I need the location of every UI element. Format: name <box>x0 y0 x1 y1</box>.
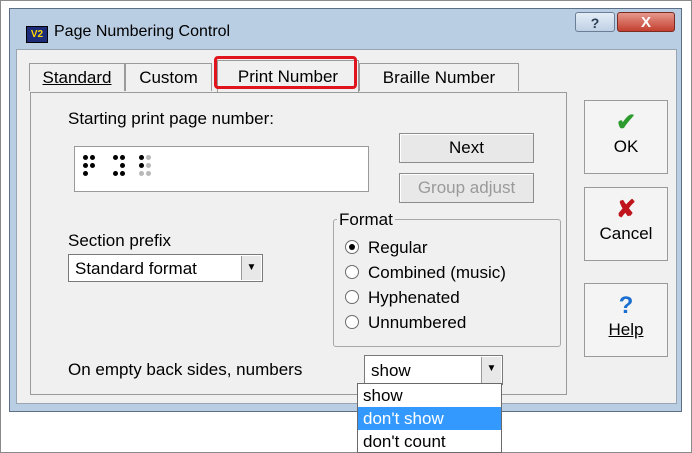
starting-print-page-label: Starting print page number: <box>68 109 275 128</box>
format-group-title: Format <box>337 210 395 230</box>
title-bar[interactable]: V2 Page Numbering Control ? X <box>10 9 681 49</box>
dialog-window: V2 Page Numbering Control ? X Standard C… <box>9 8 682 412</box>
radio-button[interactable] <box>345 265 359 279</box>
section-prefix-select[interactable]: Standard format ▼ <box>68 254 263 282</box>
help-button[interactable]: ? Help <box>584 283 668 357</box>
radio-unnumbered[interactable]: Unnumbered <box>345 313 466 333</box>
print-number-panel: Starting print page number: Next Group a… <box>30 92 567 395</box>
dropdown-option-show[interactable]: show <box>358 384 501 407</box>
tab-label: Braille Number <box>382 68 496 87</box>
radio-button[interactable] <box>345 315 359 329</box>
empty-back-sides-select[interactable]: show ▼ <box>364 355 503 385</box>
radio-label: Regular <box>368 238 428 257</box>
empty-back-sides-value: show <box>371 361 411 380</box>
chevron-down-icon[interactable]: ▼ <box>241 256 261 280</box>
radio-label: Hyphenated <box>368 288 460 307</box>
tab-custom[interactable]: Custom <box>125 63 212 91</box>
section-prefix-value: Standard format <box>75 259 197 278</box>
tab-highlight-annotation <box>214 56 357 89</box>
help-label: Help <box>608 320 644 339</box>
checkmark-icon: ✔ <box>615 109 637 136</box>
chevron-down-icon[interactable]: ▼ <box>481 357 501 383</box>
cross-icon: ✘ <box>615 196 637 223</box>
empty-back-sides-label: On empty back sides, numbers <box>68 360 303 379</box>
radio-label: Unnumbered <box>368 313 467 332</box>
ok-button[interactable]: ✔ OK <box>584 100 668 174</box>
section-prefix-label: Section prefix <box>68 231 171 250</box>
radio-hyphenated[interactable]: Hyphenated <box>345 288 460 308</box>
dropdown-option-dont-show[interactable]: don't show <box>358 407 501 430</box>
app-icon: V2 <box>26 26 48 43</box>
radio-label: Combined (music) <box>368 263 506 282</box>
cancel-label: Cancel <box>599 224 653 243</box>
tab-braille-number[interactable]: Braille Number <box>359 63 519 91</box>
radio-regular[interactable]: Regular <box>345 238 428 258</box>
cancel-button[interactable]: ✘ Cancel <box>584 187 668 261</box>
question-mark-icon: ? <box>618 292 634 319</box>
dialog-title: Page Numbering Control <box>54 23 231 40</box>
radio-button[interactable] <box>345 240 359 254</box>
group-adjust-button[interactable]: Group adjust <box>399 173 534 203</box>
radio-button[interactable] <box>345 290 359 304</box>
ok-label: OK <box>613 137 639 156</box>
title-help-button[interactable]: ? <box>575 12 615 32</box>
tab-standard[interactable]: Standard <box>29 63 125 91</box>
tab-label: Custom <box>139 68 198 87</box>
close-button[interactable]: X <box>617 12 675 32</box>
tab-label: Standard <box>42 68 112 87</box>
radio-combined-music[interactable]: Combined (music) <box>345 263 506 283</box>
dialog-client: Standard Custom Print Number Braille Num… <box>16 49 677 404</box>
dropdown-option-dont-count[interactable]: don't count <box>358 430 501 453</box>
next-button[interactable]: Next <box>399 133 534 163</box>
empty-back-sides-dropdown-list: show don't show don't count <box>357 383 502 453</box>
starting-page-braille-input[interactable] <box>74 146 369 192</box>
